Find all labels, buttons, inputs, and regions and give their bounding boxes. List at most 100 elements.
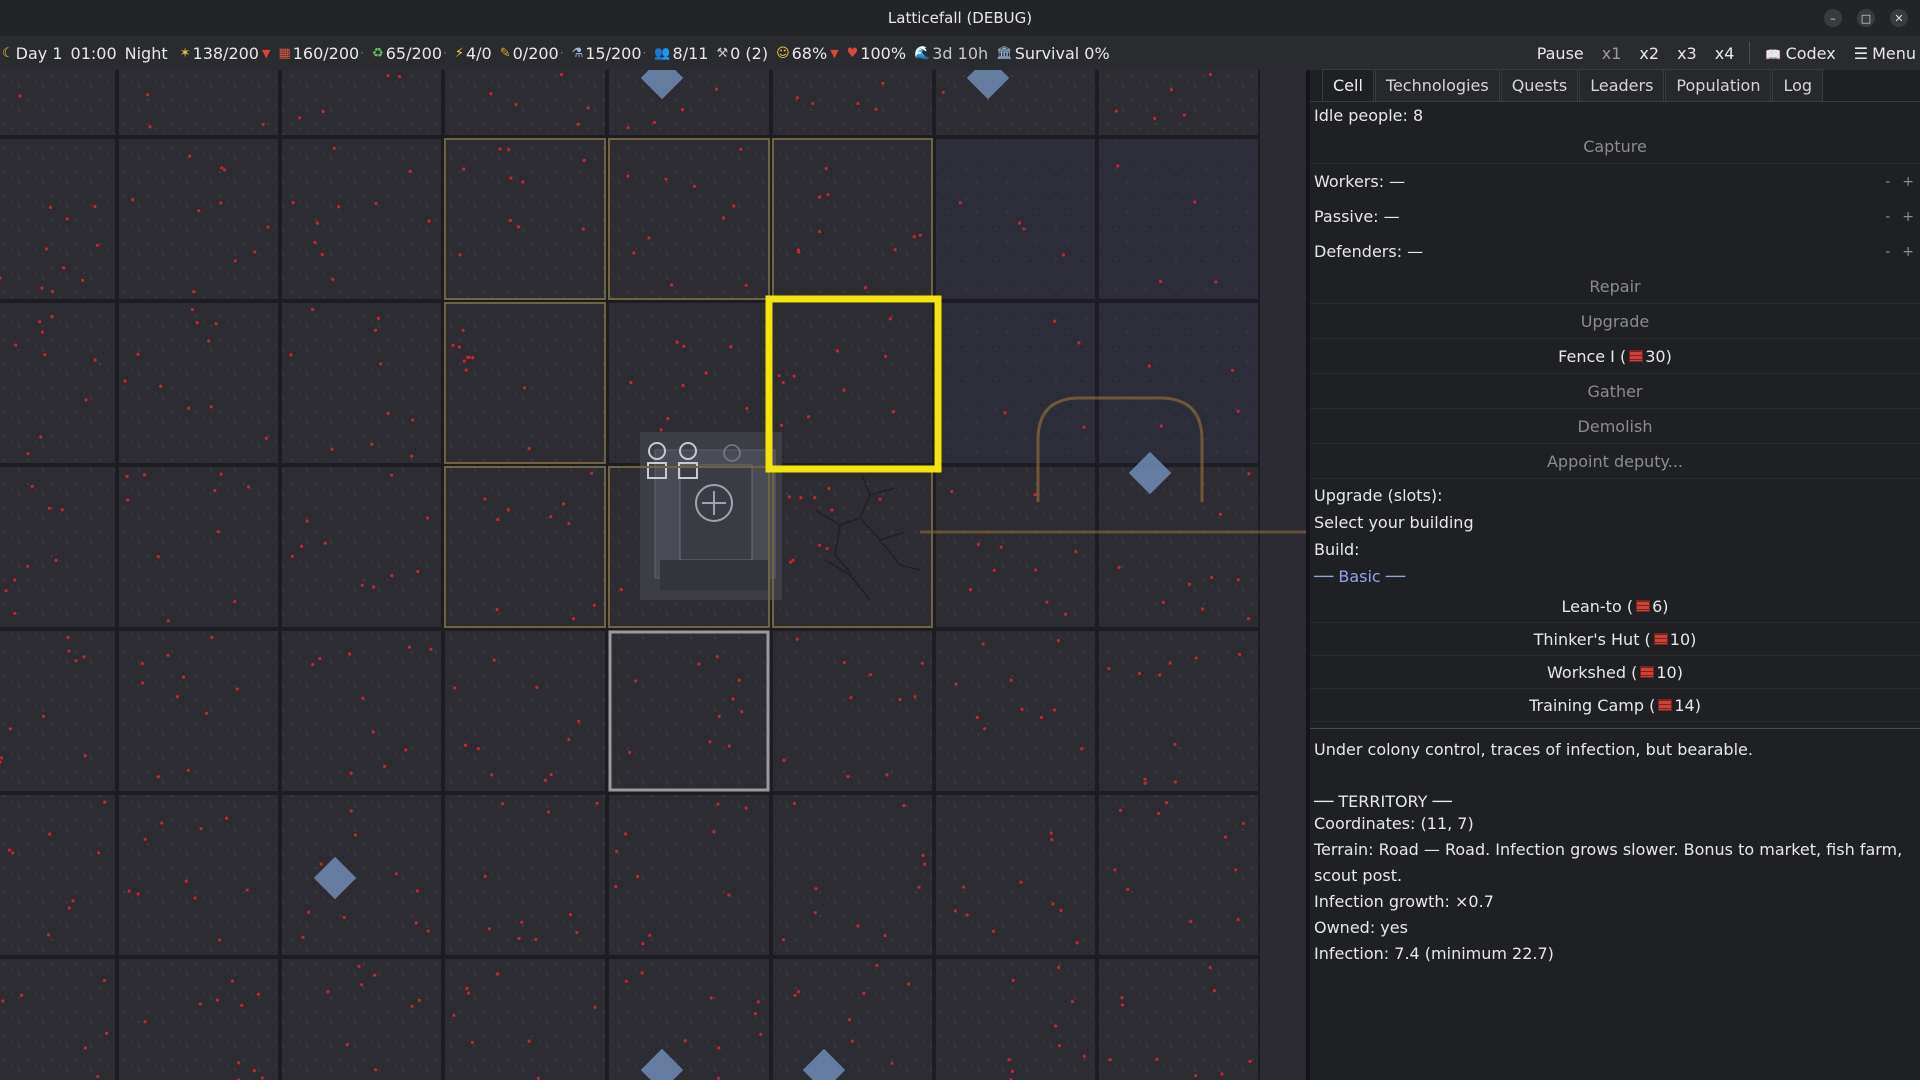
build-training-camp-button[interactable]: Training Camp (14) bbox=[1310, 689, 1920, 722]
tab-quests[interactable]: Quests bbox=[1500, 69, 1579, 101]
tab-technologies[interactable]: Technologies bbox=[1374, 69, 1500, 101]
map-cell[interactable] bbox=[0, 957, 117, 1080]
map-cell[interactable] bbox=[117, 629, 280, 793]
appoint-deputy-button[interactable]: Appoint deputy... bbox=[1310, 444, 1920, 479]
map-cell[interactable] bbox=[771, 465, 934, 629]
map-cell[interactable] bbox=[1097, 629, 1260, 793]
defenders-minus-button[interactable]: - bbox=[1885, 244, 1890, 260]
fence-build-button[interactable]: Fence I (30) bbox=[1310, 339, 1920, 374]
map-cell[interactable] bbox=[117, 70, 280, 137]
building-cost: 10) bbox=[1669, 629, 1697, 649]
minimize-icon[interactable]: – bbox=[1824, 9, 1842, 27]
map-cell[interactable] bbox=[607, 629, 771, 793]
repair-button[interactable]: Repair bbox=[1310, 269, 1920, 304]
map-cell[interactable] bbox=[934, 70, 1097, 137]
map-cell[interactable] bbox=[934, 793, 1097, 957]
map-cell[interactable] bbox=[607, 70, 771, 137]
infection-dot bbox=[704, 371, 708, 375]
map-cell[interactable] bbox=[934, 629, 1097, 793]
map-cell[interactable] bbox=[280, 301, 443, 465]
map-cell[interactable] bbox=[443, 70, 607, 137]
infection-dot bbox=[156, 555, 160, 559]
map-cell[interactable] bbox=[280, 957, 443, 1080]
map-cell[interactable] bbox=[607, 957, 771, 1080]
map-cell[interactable] bbox=[0, 137, 117, 301]
map-cell[interactable] bbox=[1097, 301, 1260, 465]
map-cell[interactable] bbox=[1097, 957, 1260, 1080]
map-cell[interactable] bbox=[1097, 137, 1260, 301]
tab-leaders[interactable]: Leaders bbox=[1579, 69, 1665, 101]
infection-dot bbox=[737, 678, 741, 682]
map-cell[interactable] bbox=[607, 137, 771, 301]
tab-log[interactable]: Log bbox=[1772, 69, 1824, 101]
map-cell[interactable] bbox=[934, 137, 1097, 301]
cell-description: Under colony control, traces of infectio… bbox=[1310, 737, 1920, 967]
codex-button[interactable]: 📖 Codex bbox=[1756, 44, 1844, 63]
map-cell[interactable] bbox=[443, 301, 607, 465]
speed-x4-button[interactable]: x4 bbox=[1706, 44, 1744, 63]
infection-dot bbox=[753, 1012, 757, 1016]
map-cell[interactable] bbox=[771, 137, 934, 301]
map-cell[interactable] bbox=[443, 793, 607, 957]
map-cell[interactable] bbox=[280, 629, 443, 793]
map-cell[interactable] bbox=[607, 793, 771, 957]
speed-x2-button[interactable]: x2 bbox=[1630, 44, 1668, 63]
tab-population[interactable]: Population bbox=[1665, 69, 1772, 101]
map-cell[interactable] bbox=[0, 301, 117, 465]
tab-cell[interactable]: Cell bbox=[1322, 69, 1374, 101]
build-lean-to-button[interactable]: Lean-to (6) bbox=[1310, 590, 1920, 623]
map-cell[interactable] bbox=[771, 301, 934, 465]
map-cell[interactable] bbox=[443, 957, 607, 1080]
infection-dot bbox=[461, 328, 465, 332]
map-cell[interactable] bbox=[0, 629, 117, 793]
brick-icon bbox=[1636, 600, 1651, 612]
map-cell[interactable] bbox=[117, 301, 280, 465]
map-cell[interactable] bbox=[0, 70, 117, 137]
build-thinkers-hut-button[interactable]: Thinker's Hut (10) bbox=[1310, 623, 1920, 656]
menu-button[interactable]: ☰ Menu bbox=[1845, 44, 1920, 63]
map-cell[interactable] bbox=[934, 301, 1097, 465]
game-map[interactable] bbox=[0, 70, 1306, 1080]
map-cell[interactable] bbox=[771, 70, 934, 137]
map-cell[interactable] bbox=[771, 629, 934, 793]
map-cell[interactable] bbox=[934, 957, 1097, 1080]
maximize-icon[interactable]: □ bbox=[1857, 9, 1875, 27]
map-cell[interactable] bbox=[117, 465, 280, 629]
map-cell[interactable] bbox=[934, 465, 1097, 629]
map-cell[interactable] bbox=[117, 137, 280, 301]
map-cell[interactable] bbox=[443, 629, 607, 793]
map-cell[interactable] bbox=[443, 465, 607, 629]
infection-dot bbox=[408, 169, 412, 174]
passive-plus-button[interactable]: + bbox=[1902, 209, 1914, 225]
map-cell[interactable] bbox=[280, 793, 443, 957]
map-cell[interactable] bbox=[1097, 793, 1260, 957]
workers-plus-button[interactable]: + bbox=[1902, 174, 1914, 190]
speed-x1-button[interactable]: x1 bbox=[1593, 44, 1631, 63]
map-cell[interactable] bbox=[1097, 465, 1260, 629]
upgrade-button[interactable]: Upgrade bbox=[1310, 304, 1920, 339]
workers-minus-button[interactable]: - bbox=[1885, 174, 1890, 190]
passive-minus-button[interactable]: - bbox=[1885, 209, 1890, 225]
map-cell[interactable] bbox=[280, 137, 443, 301]
map-cell[interactable] bbox=[280, 465, 443, 629]
map-cell[interactable] bbox=[0, 465, 117, 629]
close-icon[interactable]: ✕ bbox=[1890, 9, 1908, 27]
map-grid[interactable] bbox=[0, 70, 1306, 1080]
map-cell[interactable] bbox=[117, 957, 280, 1080]
gather-button[interactable]: Gather bbox=[1310, 374, 1920, 409]
map-cell[interactable] bbox=[771, 793, 934, 957]
pause-button[interactable]: Pause bbox=[1528, 44, 1593, 63]
map-cells[interactable] bbox=[0, 70, 1260, 1080]
map-cell[interactable] bbox=[117, 793, 280, 957]
map-cell[interactable] bbox=[0, 793, 117, 957]
capture-button[interactable]: Capture bbox=[1310, 129, 1920, 164]
map-cell[interactable] bbox=[280, 70, 443, 137]
build-workshed-button[interactable]: Workshed (10) bbox=[1310, 656, 1920, 689]
speed-x3-button[interactable]: x3 bbox=[1668, 44, 1706, 63]
map-cell[interactable] bbox=[1097, 70, 1260, 137]
map-cell[interactable] bbox=[771, 957, 934, 1080]
map-cell[interactable] bbox=[443, 137, 607, 301]
demolish-button[interactable]: Demolish bbox=[1310, 409, 1920, 444]
defenders-plus-button[interactable]: + bbox=[1902, 244, 1914, 260]
book-icon: 📖 bbox=[1765, 47, 1782, 63]
